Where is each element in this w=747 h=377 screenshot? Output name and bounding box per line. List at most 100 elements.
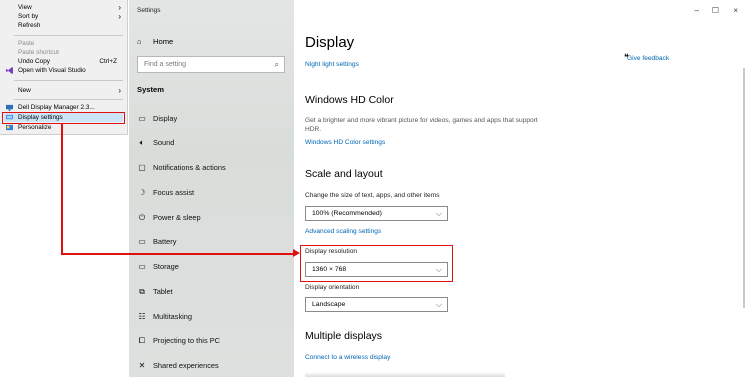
sidebar-item-display[interactable]: ▭ Display — [137, 112, 177, 126]
multitasking-icon: ☷ — [138, 312, 146, 321]
section-heading: System — [137, 85, 165, 94]
sidebar-item-label: Display — [153, 114, 178, 123]
sidebar-item-label: Notifications & actions — [153, 163, 226, 172]
scale-label: Change the size of text, apps, and other… — [305, 192, 440, 199]
highlight-box-resolution — [300, 245, 453, 282]
menu-item-personalize[interactable]: Personalize — [4, 123, 123, 132]
hd-color-settings-link[interactable]: Windows HD Color settings — [305, 139, 385, 146]
battery-icon: ▭ — [138, 237, 146, 246]
give-feedback-link[interactable]: Give feedback — [627, 55, 669, 62]
sidebar-item-projecting[interactable]: ⧠ Projecting to this PC — [137, 334, 220, 348]
personalize-icon — [6, 124, 13, 131]
chevron-right-icon: › — [118, 86, 121, 95]
chevron-right-icon: › — [118, 12, 121, 21]
sidebar-item-label: Focus assist — [153, 188, 195, 197]
home-label: Home — [153, 37, 174, 46]
home-icon: ⌂ — [137, 37, 142, 46]
annotation-line-horizontal — [61, 253, 297, 255]
menu-item-undo-copy[interactable]: Undo Copy Ctrl+Z — [4, 57, 123, 66]
menu-item-label: Undo Copy — [18, 58, 50, 65]
sidebar-item-power-sleep[interactable]: ⏻ Power & sleep — [137, 211, 201, 225]
sidebar-item-sound[interactable]: 🔈︎ Sound — [137, 136, 175, 150]
sidebar-item-label: Storage — [153, 262, 179, 271]
menu-item-paste[interactable]: Paste — [4, 39, 123, 48]
sidebar-item-label: Shared experiences — [153, 361, 219, 370]
window-title: Settings — [137, 7, 161, 14]
chevron-right-icon: › — [118, 3, 121, 12]
sidebar-item-shared-experiences[interactable]: ✕ Shared experiences — [137, 359, 219, 373]
shortcut-label: Ctrl+Z — [99, 58, 117, 65]
home-nav-item[interactable]: ⌂ Home — [137, 37, 173, 46]
multiple-displays-heading: Multiple displays — [305, 330, 383, 342]
search-placeholder: Find a setting — [144, 61, 187, 68]
menu-item-label: Refresh — [18, 22, 41, 29]
display-settings-pane: – ☐ × Display Night light settings ❝ Giv… — [294, 0, 747, 377]
menu-item-new[interactable]: New › — [4, 86, 123, 95]
menu-item-open-visual-studio[interactable]: Open with Visual Studio — [4, 66, 123, 75]
sidebar-item-focus-assist[interactable]: ☽ Focus assist — [137, 186, 194, 200]
menu-separator — [14, 35, 123, 36]
storage-icon: ▭ — [138, 262, 146, 271]
sidebar-item-label: Power & sleep — [153, 213, 201, 222]
menu-item-refresh[interactable]: Refresh — [4, 21, 123, 30]
menu-item-sort-by[interactable]: Sort by › — [4, 12, 123, 21]
menu-item-label: Paste — [18, 40, 35, 47]
monitor-icon: ▭ — [138, 114, 146, 123]
tablet-icon: ⧉ — [139, 287, 145, 296]
menu-separator — [14, 80, 123, 81]
shared-icon: ✕ — [138, 361, 146, 370]
orientation-label: Display orientation — [305, 284, 360, 291]
menu-item-dell-display-manager[interactable]: Dell Display Manager 2.3... — [4, 103, 123, 112]
highlight-box-display-settings — [2, 112, 125, 124]
power-icon: ⏻ — [138, 213, 146, 222]
page-title: Display — [305, 34, 355, 51]
advanced-scaling-link[interactable]: Advanced scaling settings — [305, 228, 381, 235]
projector-icon: ⧠ — [138, 336, 146, 345]
hd-color-description: Get a brighter and more vibrant picture … — [305, 117, 538, 133]
maximize-button[interactable]: ☐ — [712, 6, 719, 15]
menu-item-view[interactable]: View › — [4, 3, 123, 12]
sidebar-item-battery[interactable]: ▭ Battery — [137, 235, 176, 249]
minimize-button[interactable]: – — [695, 6, 699, 15]
settings-window: Settings ⌂ Home Find a setting ⌕ System ▭ D… — [129, 0, 747, 377]
sidebar-item-label: Sound — [153, 138, 175, 147]
connect-wireless-display-link[interactable]: Connect to a wireless display — [305, 354, 390, 361]
sidebar-item-notifications[interactable]: ▢ Notifications & actions — [137, 161, 226, 175]
scale-layout-heading: Scale and layout — [305, 168, 383, 180]
sidebar-item-multitasking[interactable]: ☷ Multitasking — [137, 310, 192, 324]
chevron-down-icon: ⌵ — [435, 300, 442, 309]
night-light-settings-link[interactable]: Night light settings — [305, 61, 359, 68]
settings-sidebar: Settings ⌂ Home Find a setting ⌕ System ▭ D… — [129, 0, 294, 377]
sidebar-item-label: Tablet — [153, 287, 173, 296]
menu-item-label: Dell Display Manager 2.3... — [18, 104, 95, 111]
sidebar-item-tablet[interactable]: ⧉ Tablet — [137, 285, 173, 299]
annotation-arrowhead — [293, 249, 300, 257]
menu-item-label: Paste shortcut — [18, 49, 59, 56]
menu-item-label: Personalize — [18, 124, 52, 131]
moon-icon: ☽ — [138, 188, 146, 197]
menu-separator — [14, 99, 123, 100]
sidebar-item-storage[interactable]: ▭ Storage — [137, 260, 179, 274]
monitor-icon — [6, 104, 13, 111]
menu-item-label: View — [18, 4, 32, 11]
sidebar-item-label: Projecting to this PC — [153, 336, 220, 345]
annotation-line-vertical — [61, 124, 63, 254]
menu-item-label: Sort by — [18, 13, 39, 20]
menu-item-label: Open with Visual Studio — [18, 67, 86, 74]
orientation-value: Landscape — [312, 301, 346, 308]
hd-color-heading: Windows HD Color — [305, 94, 394, 106]
sidebar-item-label: Multitasking — [153, 312, 193, 321]
settings-search-input[interactable]: Find a setting ⌕ — [137, 56, 285, 73]
search-icon: ⌕ — [274, 60, 279, 69]
orientation-dropdown[interactable]: Landscape ⌵ — [305, 297, 448, 312]
close-button[interactable]: × — [733, 6, 738, 15]
scale-dropdown[interactable]: 100% (Recommended) ⌵ — [305, 206, 448, 221]
scrollbar[interactable] — [743, 68, 745, 308]
scale-value: 100% (Recommended) — [312, 210, 382, 217]
visual-studio-icon — [6, 67, 13, 74]
notifications-icon: ▢ — [138, 163, 146, 172]
chevron-down-icon: ⌵ — [435, 209, 442, 218]
sidebar-item-label: Battery — [153, 237, 177, 246]
clipped-content — [305, 372, 505, 377]
menu-item-paste-shortcut[interactable]: Paste shortcut — [4, 48, 123, 57]
